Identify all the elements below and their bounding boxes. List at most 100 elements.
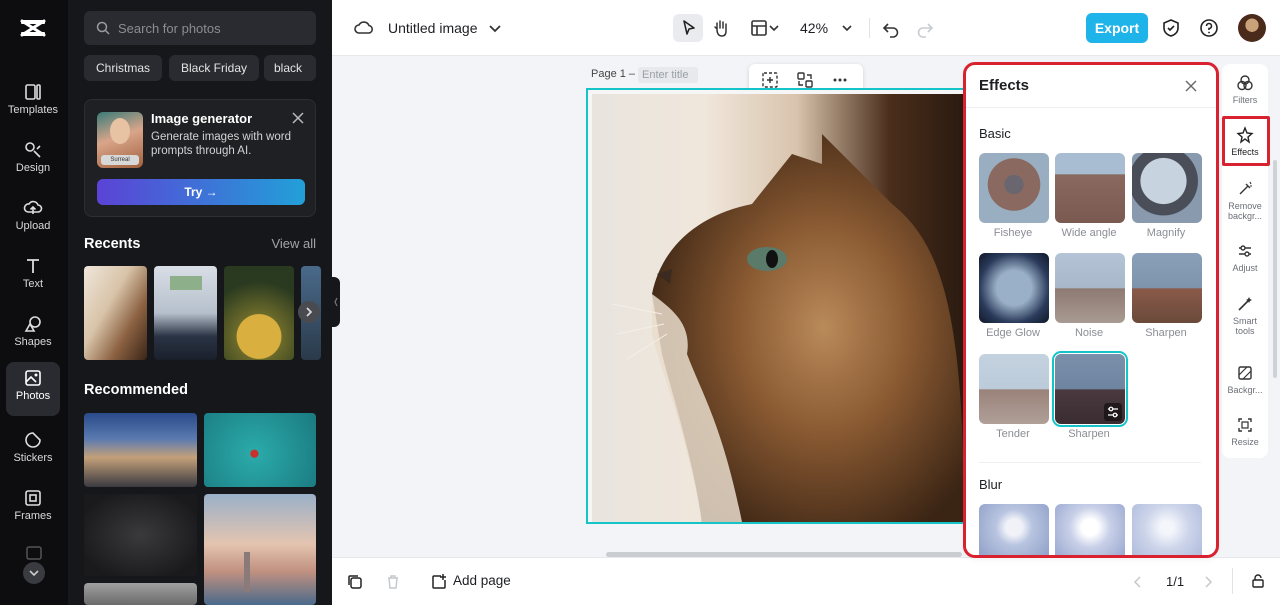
search-icon [96, 21, 110, 35]
recents-next-button[interactable] [298, 301, 320, 323]
replace-icon[interactable] [796, 71, 814, 89]
zoom-level[interactable]: 42% [800, 20, 828, 36]
document-title[interactable]: Untitled image [388, 20, 478, 36]
smart-tools-icon [1238, 297, 1252, 311]
undo-icon[interactable] [879, 16, 903, 40]
rail-item-upload[interactable]: Upload [6, 192, 60, 244]
chevron-down-icon[interactable] [835, 16, 859, 40]
effect-blur-1[interactable] [979, 504, 1049, 556]
recommended-photo-stone[interactable] [84, 583, 197, 605]
divider [979, 462, 1201, 463]
tool-adjust[interactable]: Adjust [1222, 242, 1268, 273]
tool-smart-tools[interactable]: Smart tools [1222, 295, 1268, 336]
rail-item-photos[interactable]: Photos [6, 362, 60, 416]
effects-icon [1236, 126, 1254, 144]
select-area-icon[interactable] [761, 71, 779, 89]
effect-sharpen[interactable] [1132, 253, 1202, 323]
duplicate-page-icon[interactable] [346, 573, 364, 591]
photo-tower [244, 552, 250, 592]
recommended-photo-skyline[interactable] [204, 494, 316, 605]
recommended-title: Recommended [84, 382, 188, 398]
chevron-down-icon[interactable] [483, 16, 507, 40]
page-title-input[interactable]: Enter title [638, 67, 698, 83]
rail-label: Upload [15, 220, 51, 232]
tool-label: Effects [1231, 147, 1259, 157]
redo-icon[interactable] [913, 16, 937, 40]
rail-item-stickers[interactable]: Stickers [6, 424, 60, 476]
more-apps-icon [26, 546, 42, 560]
promo-title: Image generator [151, 111, 253, 126]
capcut-logo-icon[interactable] [19, 16, 47, 40]
cursor-icon [683, 20, 695, 35]
tool-background[interactable]: Backgr... [1222, 364, 1268, 395]
help-icon[interactable] [1197, 16, 1221, 40]
effect-label-sharpen: Sharpen [1145, 327, 1187, 339]
image-generator-card: Surreal Image generator Generate images … [84, 99, 316, 217]
rail-label: Photos [15, 390, 51, 402]
rail-expand-button[interactable] [23, 562, 45, 584]
more-options-icon[interactable] [831, 71, 849, 89]
adjust-sliders-icon[interactable] [1104, 403, 1122, 421]
chip-black[interactable]: black [264, 55, 316, 81]
rail-item-frames[interactable]: Frames [6, 482, 60, 534]
recommended-photo-boat[interactable] [204, 413, 316, 487]
tool-filters[interactable]: Filters [1222, 74, 1268, 105]
add-page-button[interactable]: Add page [453, 573, 511, 588]
effect-tender[interactable] [979, 354, 1049, 424]
close-icon[interactable] [291, 111, 305, 125]
effect-blur-2[interactable] [1055, 504, 1125, 556]
chip-christmas[interactable]: Christmas [84, 55, 163, 81]
close-icon[interactable] [1184, 79, 1198, 93]
effect-magnify[interactable] [1132, 153, 1202, 223]
right-toolbar: Filters Effects Remove backgr... Adjust … [1222, 64, 1268, 458]
cat-photo[interactable] [592, 94, 964, 522]
tool-remove-background[interactable]: Remove backgr... [1222, 180, 1268, 221]
promo-thumb-tag: Surreal [101, 155, 139, 165]
search-input[interactable] [118, 19, 308, 37]
canvas-page[interactable] [586, 88, 966, 524]
view-all-link[interactable]: View all [271, 236, 316, 251]
tool-resize[interactable]: Resize [1222, 416, 1268, 447]
shield-icon[interactable] [1159, 16, 1183, 40]
effect-blur-3[interactable] [1132, 504, 1202, 556]
remove-background-icon [1239, 181, 1252, 195]
previous-page-icon[interactable] [1130, 573, 1146, 591]
rail-item-templates[interactable]: Templates [6, 76, 60, 128]
effect-wide-angle[interactable] [1055, 153, 1125, 223]
panel-collapse-handle[interactable] [332, 277, 340, 327]
recent-photo-cat[interactable] [84, 266, 147, 360]
export-button[interactable]: Export [1086, 13, 1148, 43]
user-avatar[interactable] [1238, 14, 1266, 42]
delete-page-icon[interactable] [384, 573, 402, 591]
effect-label-sharpen-selected: Sharpen [1068, 428, 1110, 440]
next-page-icon[interactable] [1200, 573, 1216, 591]
chevron-left-icon [334, 297, 338, 307]
rail-item-design[interactable]: Design [6, 134, 60, 186]
right-toolbar-scrollbar[interactable] [1273, 160, 1277, 378]
rail-item-text[interactable]: Text [6, 250, 60, 302]
photo-search[interactable] [84, 11, 316, 45]
section-blur: Blur [979, 477, 1003, 492]
recent-photo-man[interactable] [154, 266, 217, 360]
chip-black-friday[interactable]: Black Friday [169, 55, 260, 81]
recent-photo-ornament[interactable] [224, 266, 294, 360]
cloud-sync-icon[interactable] [352, 16, 376, 40]
rail-label: Shapes [14, 336, 52, 348]
rail-item-shapes[interactable]: Shapes [6, 308, 60, 360]
upload-icon [23, 200, 43, 214]
effect-edge-glow[interactable] [979, 253, 1049, 323]
effect-sharpen-selected[interactable] [1052, 351, 1128, 427]
select-tool-button[interactable] [673, 14, 703, 42]
add-page-icon[interactable] [430, 573, 448, 591]
effects-panel: Effects Basic Fisheye Wide angle Magnify… [966, 64, 1216, 556]
effect-fisheye[interactable] [979, 153, 1049, 223]
try-button[interactable]: Try → [97, 179, 305, 205]
lock-icon[interactable] [1250, 573, 1266, 589]
hand-tool-icon[interactable] [709, 16, 733, 40]
effect-noise[interactable] [1055, 253, 1125, 323]
chevron-down-icon[interactable] [766, 16, 782, 40]
tool-effects[interactable]: Effects [1222, 126, 1268, 157]
tool-label: Backgr... [1227, 385, 1263, 395]
recommended-photo-dark[interactable] [84, 494, 197, 576]
recommended-photo-city-sky[interactable] [84, 413, 197, 487]
